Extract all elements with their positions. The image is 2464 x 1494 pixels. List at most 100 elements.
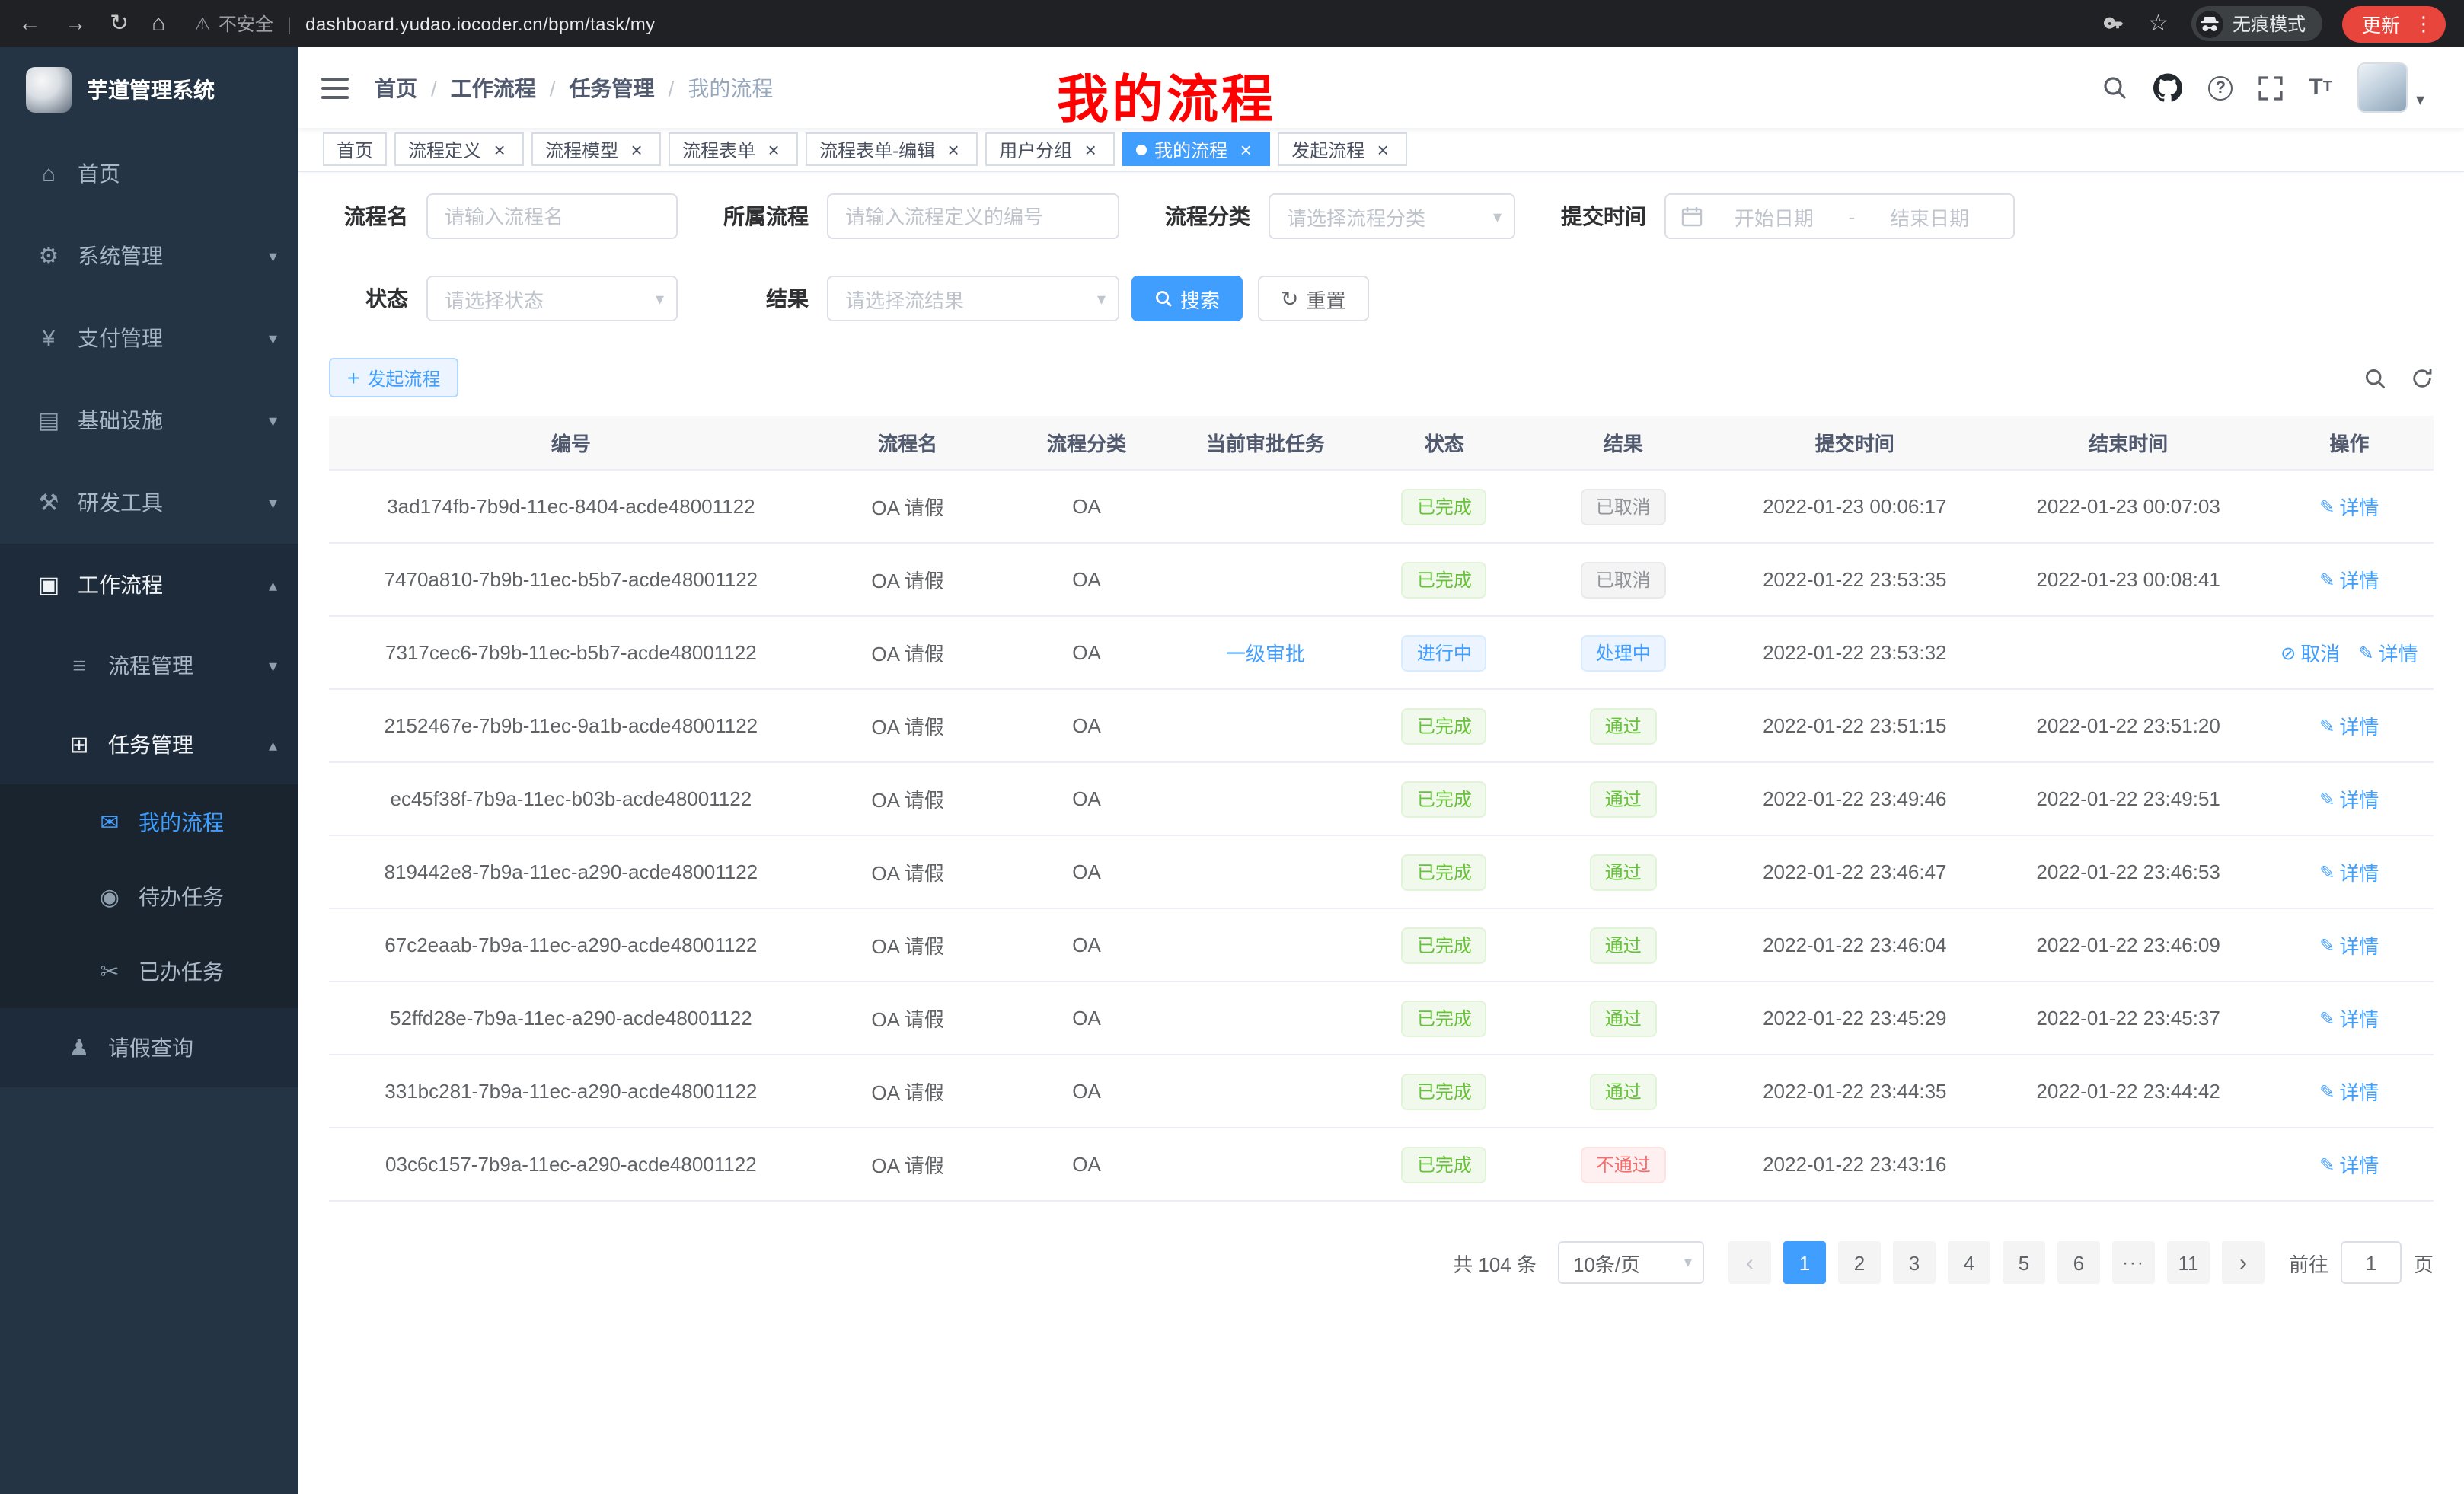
reset-button[interactable]: ↻ 重置 xyxy=(1258,276,1369,321)
process-definition-input[interactable] xyxy=(827,193,1119,239)
address-bar[interactable]: ⚠ 不安全 | dashboard.yudao.iocoder.cn/bpm/t… xyxy=(194,11,655,37)
menu-dots-icon[interactable]: ⋮ xyxy=(2414,11,2434,36)
sidebar-item-done-tasks[interactable]: ✂已办任务 xyxy=(0,934,298,1008)
cancel-link[interactable]: ⊘取消 xyxy=(2280,638,2340,667)
browser-home-icon[interactable]: ⌂ xyxy=(152,12,165,35)
fullscreen-icon[interactable] xyxy=(2258,75,2283,100)
page-button-6[interactable]: 6 xyxy=(2057,1241,2100,1284)
font-size-icon[interactable]: TT xyxy=(2309,75,2332,101)
chevron-down-icon: ▾ xyxy=(1684,1254,1692,1271)
detail-link[interactable]: ✎详情 xyxy=(2319,1004,2379,1033)
process-name-input[interactable] xyxy=(426,193,678,239)
current-task-link[interactable]: 一级审批 xyxy=(1226,643,1305,666)
sidebar-item-workflow[interactable]: ▣工作流程▴ xyxy=(0,544,298,626)
page-button-5[interactable]: 5 xyxy=(2003,1241,2045,1284)
sidebar-item-home[interactable]: ⌂首页 xyxy=(0,132,298,215)
page-button-4[interactable]: 4 xyxy=(1948,1241,1990,1284)
close-icon[interactable]: × xyxy=(626,139,647,160)
back-icon[interactable]: ← xyxy=(18,12,41,35)
sidebar-item-process-management[interactable]: ≡流程管理▾ xyxy=(0,626,298,705)
sidebar-item-dev-tools[interactable]: ⚒研发工具▾ xyxy=(0,461,298,544)
close-icon[interactable]: × xyxy=(1235,139,1256,160)
close-icon[interactable]: × xyxy=(763,139,784,160)
detail-link[interactable]: ✎详情 xyxy=(2319,565,2379,594)
status-tag: 已完成 xyxy=(1402,707,1487,744)
prev-page-button[interactable]: ‹ xyxy=(1728,1241,1771,1284)
date-range-picker[interactable]: 开始日期 - 结束日期 xyxy=(1664,193,2015,239)
page-size-select[interactable]: 10条/页 ▾ xyxy=(1558,1241,1704,1284)
sidebar-item-infrastructure[interactable]: ▤基础设施▾ xyxy=(0,379,298,461)
cell-actions: ✎详情 xyxy=(2265,857,2434,886)
tab-home[interactable]: 首页 xyxy=(323,132,387,166)
result-select[interactable]: 请选择流结果 ▾ xyxy=(827,276,1119,321)
close-icon[interactable]: × xyxy=(489,139,510,160)
search-button[interactable]: 搜索 xyxy=(1131,276,1243,321)
select-placeholder: 请选择状态 xyxy=(445,284,544,313)
detail-link[interactable]: ✎详情 xyxy=(2319,1077,2379,1106)
search-icon[interactable] xyxy=(2102,75,2127,101)
chevron-down-icon[interactable]: ▾ xyxy=(2416,89,2424,109)
sidebar-item-payment-management[interactable]: ¥支付管理▾ xyxy=(0,297,298,379)
breadcrumb-item[interactable]: 首页 xyxy=(375,72,417,103)
key-icon[interactable] xyxy=(2102,12,2125,35)
sidebar-item-label: 已办任务 xyxy=(139,956,224,986)
end-date-placeholder: 结束日期 xyxy=(1861,202,1998,231)
detail-link[interactable]: ✎详情 xyxy=(2319,931,2379,959)
tab-process-form-edit[interactable]: 流程表单-编辑× xyxy=(806,132,978,166)
next-page-button[interactable]: › xyxy=(2222,1241,2265,1284)
tab-process-form[interactable]: 流程表单× xyxy=(669,132,798,166)
page-jump-input[interactable] xyxy=(2341,1241,2402,1284)
pagination: 共 104 条 10条/页 ▾ ‹ 123456···11 › 前往 页 xyxy=(329,1241,2434,1284)
sidebar-item-label: 任务管理 xyxy=(108,729,193,760)
avatar[interactable] xyxy=(2358,62,2408,113)
breadcrumb-item[interactable]: 任务管理 xyxy=(570,72,655,103)
top-navbar: 首页/工作流程/任务管理/我的流程 ? TT ▾ xyxy=(298,47,2464,128)
page-button-1[interactable]: 1 xyxy=(1783,1241,1826,1284)
tab-user-group[interactable]: 用户分组× xyxy=(985,132,1115,166)
help-icon[interactable]: ? xyxy=(2208,75,2233,100)
page-button-2[interactable]: 2 xyxy=(1838,1241,1881,1284)
edit-icon: ✎ xyxy=(2319,788,2335,809)
forward-icon[interactable]: → xyxy=(64,12,87,35)
close-icon[interactable]: × xyxy=(1080,139,1101,160)
reload-icon[interactable]: ↻ xyxy=(110,12,129,35)
close-icon[interactable]: × xyxy=(1372,139,1393,160)
hamburger-icon[interactable] xyxy=(321,77,349,98)
star-icon[interactable]: ☆ xyxy=(2148,12,2169,35)
sidebar-item-task-management[interactable]: ⊞任务管理▴ xyxy=(0,705,298,784)
sidebar-item-my-process[interactable]: ✉我的流程 xyxy=(0,784,298,859)
create-process-button[interactable]: + 发起流程 xyxy=(329,358,458,397)
tab-start-process[interactable]: 发起流程× xyxy=(1278,132,1407,166)
more-pages-button[interactable]: ··· xyxy=(2112,1241,2155,1284)
select-placeholder: 请选择流程分类 xyxy=(1287,202,1425,231)
chevron-down-icon: ▾ xyxy=(269,410,277,430)
sidebar-item-label: 流程管理 xyxy=(108,650,193,681)
cell-submit-time: 2022-01-22 23:45:29 xyxy=(1718,1007,1991,1030)
github-icon[interactable] xyxy=(2153,73,2182,102)
tab-my-process[interactable]: 我的流程× xyxy=(1122,132,1270,166)
page-button-3[interactable]: 3 xyxy=(1893,1241,1936,1284)
sidebar-item-leave-query[interactable]: ♟请假查询 xyxy=(0,1008,298,1087)
cell-submit-time: 2022-01-22 23:49:46 xyxy=(1718,787,1991,810)
close-icon[interactable]: × xyxy=(943,139,964,160)
detail-link[interactable]: ✎详情 xyxy=(2319,1150,2379,1179)
detail-link[interactable]: ✎详情 xyxy=(2358,638,2418,667)
tab-process-model[interactable]: 流程模型× xyxy=(531,132,661,166)
refresh-icon[interactable] xyxy=(2411,366,2434,389)
result-tag: 不通过 xyxy=(1581,1146,1666,1183)
status-select[interactable]: 请选择状态 ▾ xyxy=(426,276,678,321)
tab-process-definition[interactable]: 流程定义× xyxy=(394,132,524,166)
breadcrumb-item[interactable]: 工作流程 xyxy=(451,72,536,103)
detail-link[interactable]: ✎详情 xyxy=(2319,492,2379,521)
update-button[interactable]: 更新 ⋮ xyxy=(2342,5,2446,42)
breadcrumb: 首页/工作流程/任务管理/我的流程 xyxy=(375,72,773,103)
detail-link[interactable]: ✎详情 xyxy=(2319,784,2379,813)
detail-link[interactable]: ✎详情 xyxy=(2319,711,2379,740)
search-toggle-icon[interactable] xyxy=(2363,366,2386,389)
detail-link[interactable]: ✎详情 xyxy=(2319,857,2379,886)
category-select[interactable]: 请选择流程分类 ▾ xyxy=(1269,193,1515,239)
page-button-11[interactable]: 11 xyxy=(2167,1241,2210,1284)
sidebar-item-todo-tasks[interactable]: ◉待办任务 xyxy=(0,859,298,934)
sidebar-item-system-management[interactable]: ⚙系统管理▾ xyxy=(0,215,298,297)
infrastructure-icon: ▤ xyxy=(34,407,64,434)
